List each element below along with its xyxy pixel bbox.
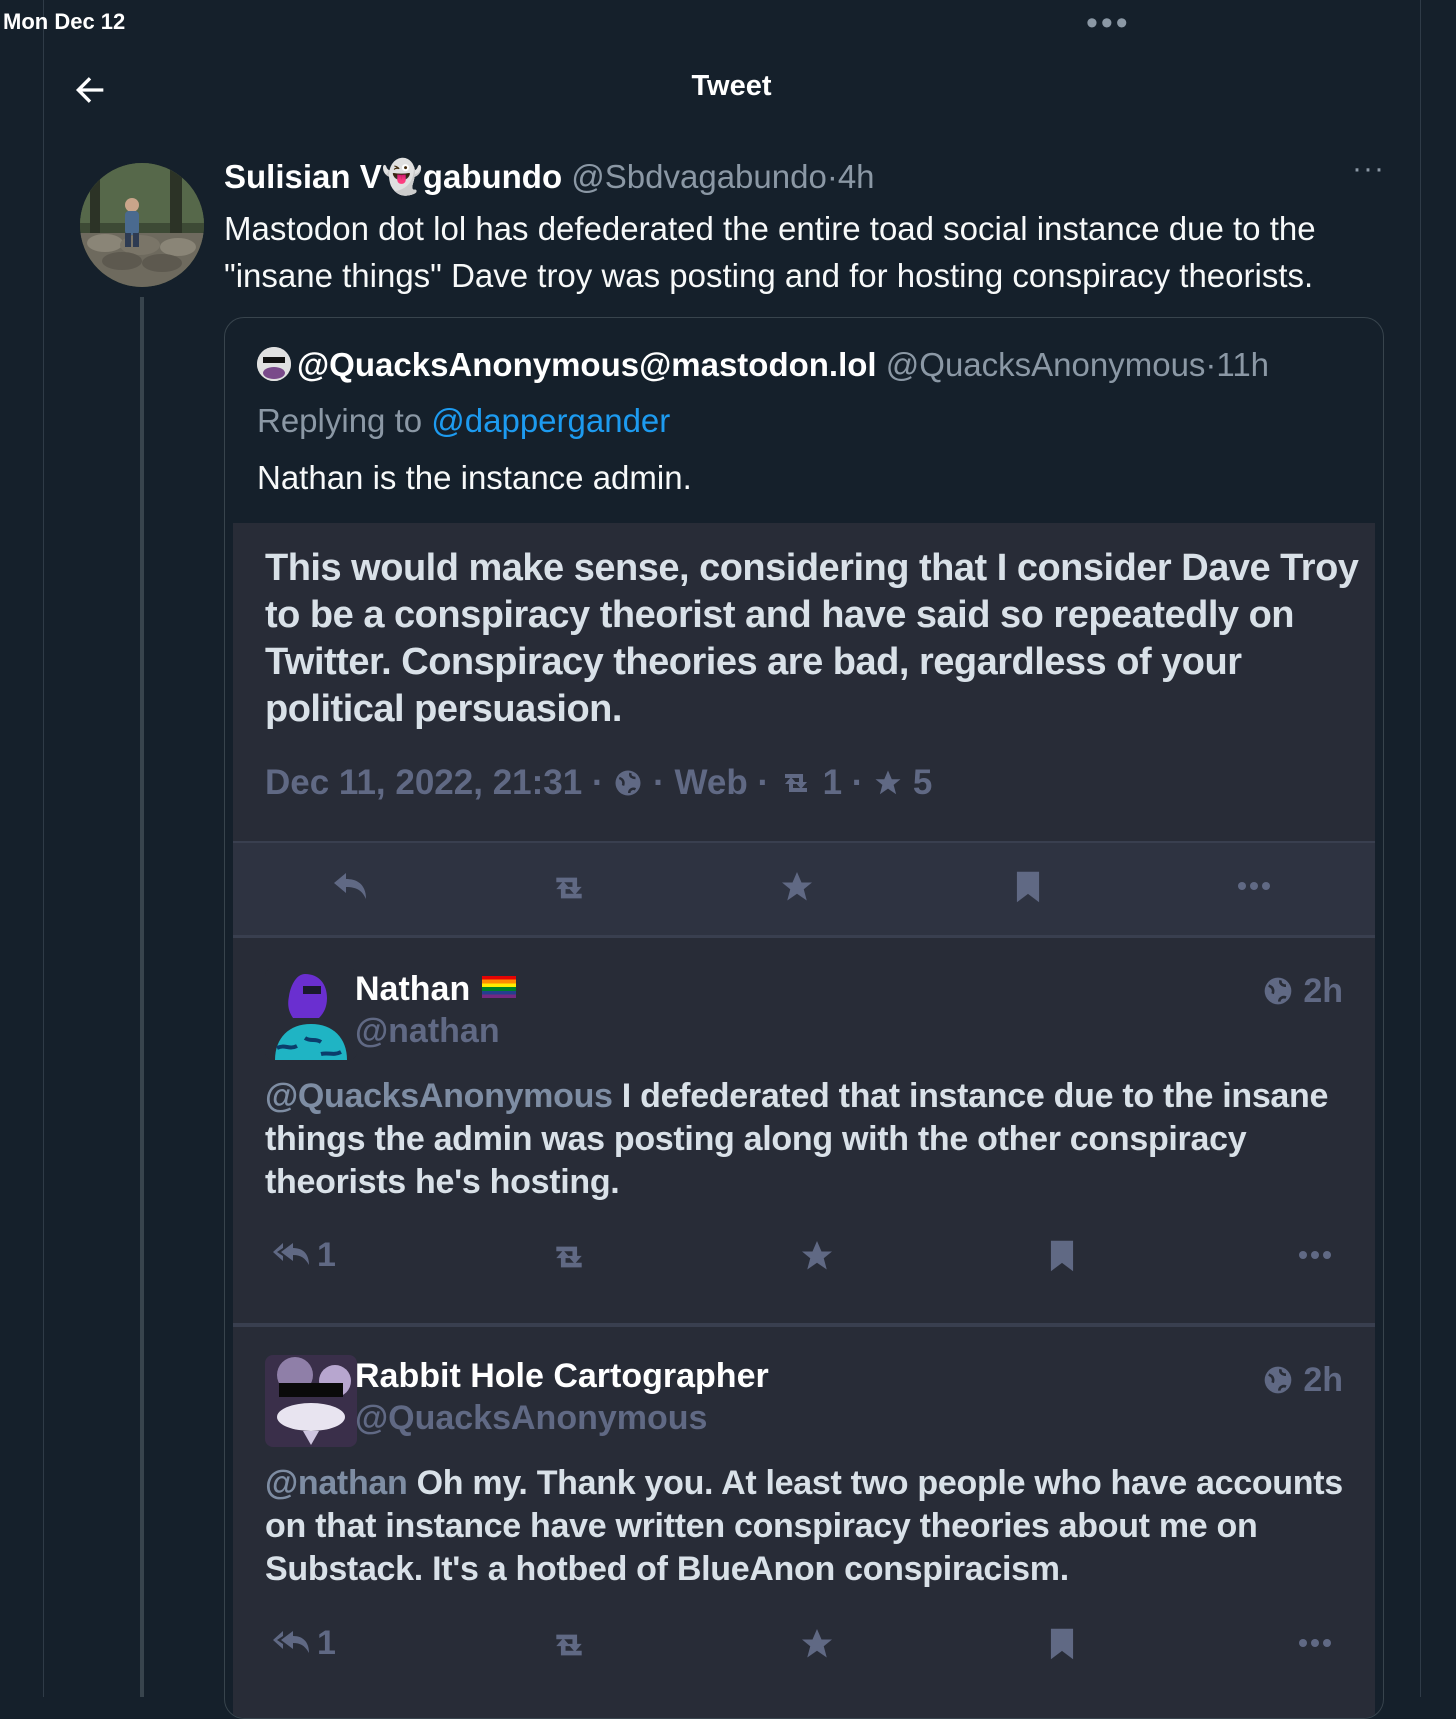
left-column-border xyxy=(43,0,44,1697)
screenshot-main-post-text: This would make sense, considering that … xyxy=(265,547,1359,730)
reply-text: @nathan Oh my. Thank you. At least two p… xyxy=(265,1462,1345,1591)
reply-mention[interactable]: @nathan xyxy=(265,1464,408,1502)
replying-to-mention[interactable]: @dappergander xyxy=(431,402,670,439)
separator: · xyxy=(757,763,770,802)
favourite-icon[interactable] xyxy=(799,1238,835,1274)
separator: · xyxy=(1205,346,1217,383)
separator: · xyxy=(851,763,864,802)
reply-count: 1 xyxy=(317,1236,336,1274)
reply-author-handle: @nathan xyxy=(355,1012,500,1050)
tweet-header: Sulisian V👻gabundo @Sbdvagabundo·4h xyxy=(224,158,875,197)
right-column-border xyxy=(1420,0,1421,1697)
quoted-author-name: @QuacksAnonymous@mastodon.lol xyxy=(297,346,877,383)
boost-count: 1 xyxy=(822,763,843,802)
replying-to-line: Replying to @dappergander xyxy=(257,402,670,440)
favourite-count: 5 xyxy=(912,763,933,802)
quoted-tweet-text: Nathan is the instance admin. xyxy=(257,459,692,496)
reply-time-text: 2h xyxy=(1303,972,1343,1010)
separator: · xyxy=(591,763,604,802)
thread-connector-line xyxy=(140,297,144,1697)
boost-icon[interactable] xyxy=(548,1630,590,1660)
more-icon[interactable] xyxy=(1237,881,1271,891)
pride-flag-icon xyxy=(482,976,517,998)
reply-timestamp: 2h xyxy=(1262,972,1343,1011)
star-icon xyxy=(875,770,901,795)
more-options-icon[interactable]: ··· xyxy=(1352,152,1385,186)
avatar xyxy=(265,1355,357,1447)
globe-icon xyxy=(615,770,641,796)
screenshot-action-bar xyxy=(233,841,1375,938)
reply-author-name: Nathan xyxy=(355,970,517,1009)
tweet-text: Mastodon dot lol has defederated the ent… xyxy=(224,210,1316,294)
reply-all-icon[interactable] xyxy=(271,1239,311,1273)
reply-author-handle: @QuacksAnonymous xyxy=(355,1399,708,1437)
reply-time-text: 2h xyxy=(1303,1361,1343,1399)
author-name[interactable]: Sulisian V👻gabundo xyxy=(224,158,562,195)
tweet-timestamp[interactable]: 4h xyxy=(838,158,875,195)
quoted-author-handle: @QuacksAnonymous xyxy=(885,346,1206,383)
favourite-icon[interactable] xyxy=(799,1626,835,1662)
reply-icon[interactable] xyxy=(330,869,370,905)
screenshot-post-meta: Dec 11, 2022, 21:31 · · Web · 1 · 5 xyxy=(265,763,932,803)
bookmark-icon[interactable] xyxy=(1048,1626,1076,1662)
attached-screenshot[interactable]: This would make sense, considering that … xyxy=(233,523,1375,1718)
quoted-author-avatar xyxy=(257,347,291,381)
screenshot-reply-nathan[interactable]: Nathan @nathan 2h @QuacksAnonymous I def… xyxy=(233,936,1375,1326)
boost-icon[interactable] xyxy=(548,1242,590,1272)
page-title: Tweet xyxy=(691,70,772,102)
quoted-tweet-card[interactable]: @QuacksAnonymous@mastodon.lol @QuacksAno… xyxy=(224,317,1384,1719)
globe-icon xyxy=(1264,1366,1292,1394)
post-client: Web xyxy=(674,763,748,802)
reply-count: 1 xyxy=(317,1624,336,1662)
replying-to-label: Replying to xyxy=(257,402,432,439)
avatar xyxy=(265,968,357,1060)
separator: · xyxy=(826,158,838,195)
quoted-tweet-header: @QuacksAnonymous@mastodon.lol @QuacksAno… xyxy=(257,346,1269,384)
reply-mention[interactable]: @QuacksAnonymous xyxy=(265,1077,613,1115)
globe-icon xyxy=(1264,977,1292,1005)
multitask-dots-icon[interactable]: ••• xyxy=(1086,4,1131,43)
post-date: Dec 11, 2022, 21:31 xyxy=(265,763,583,802)
bookmark-icon[interactable] xyxy=(1014,869,1042,905)
reply-all-icon[interactable] xyxy=(271,1627,311,1661)
more-icon[interactable] xyxy=(1298,1638,1332,1648)
bookmark-icon[interactable] xyxy=(1048,1238,1076,1274)
boost-icon[interactable] xyxy=(548,873,590,903)
boost-icon xyxy=(784,774,807,792)
author-handle[interactable]: @Sbdvagabundo xyxy=(571,158,827,195)
status-bar-time: Mon Dec 12 xyxy=(3,9,126,34)
more-icon[interactable] xyxy=(1298,1250,1332,1260)
reply-text: @QuacksAnonymous I defederated that inst… xyxy=(265,1075,1345,1204)
reply-body: Oh my. Thank you. At least two people wh… xyxy=(265,1464,1343,1588)
screenshot-reply-rabbit-hole[interactable]: Rabbit Hole Cartographer @QuacksAnonymou… xyxy=(233,1327,1375,1718)
reply-author-name-text: Nathan xyxy=(355,970,471,1008)
avatar[interactable] xyxy=(80,163,204,287)
favourite-icon[interactable] xyxy=(779,869,815,905)
separator: · xyxy=(653,763,665,802)
quoted-timestamp: 11h xyxy=(1216,346,1270,383)
reply-timestamp: 2h xyxy=(1262,1361,1343,1400)
reply-author-name: Rabbit Hole Cartographer xyxy=(355,1357,769,1395)
